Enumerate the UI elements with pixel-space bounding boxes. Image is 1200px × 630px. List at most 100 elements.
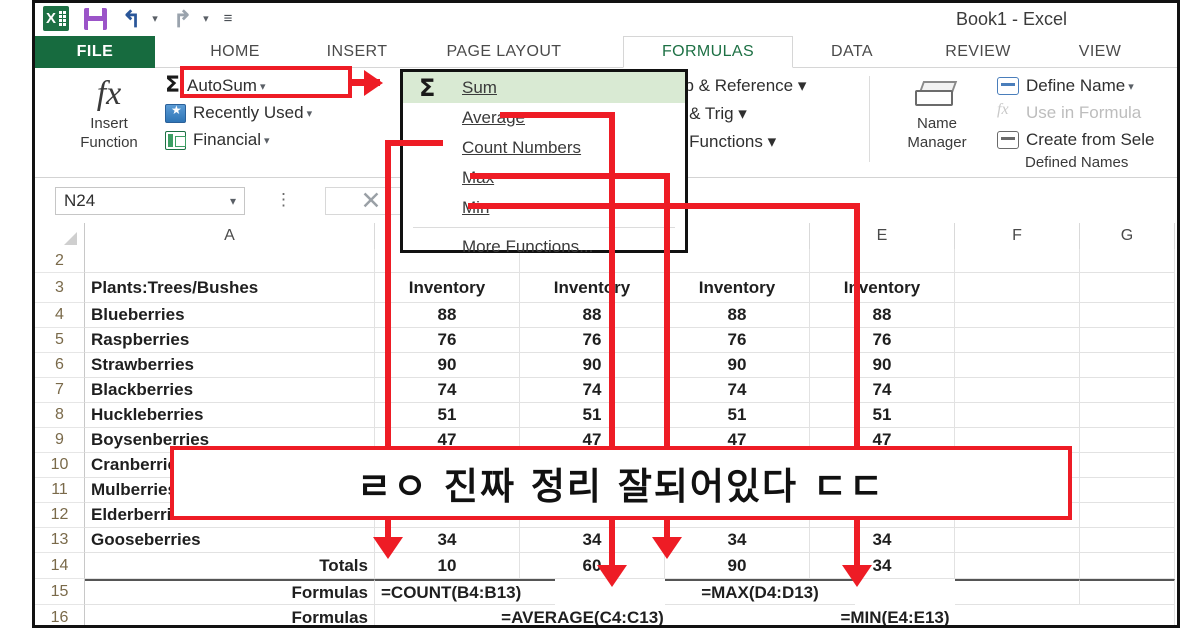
tab-data[interactable]: DATA [797,36,907,68]
cell-g7[interactable] [1080,378,1175,403]
cell-d3[interactable]: Inventory [665,273,810,303]
cell-g14[interactable] [1080,553,1175,579]
cell-a4[interactable]: Blueberries [85,303,375,328]
tab-review[interactable]: REVIEW [913,36,1043,68]
cell-d13[interactable]: 34 [665,528,810,553]
cell-e6[interactable]: 90 [810,353,955,378]
cell-f13[interactable] [955,528,1080,553]
cell-a16-formulas-label[interactable]: Formulas [85,605,375,625]
cell-d8[interactable]: 51 [665,403,810,428]
cell-d4[interactable]: 88 [665,303,810,328]
cell-f3[interactable] [955,273,1080,303]
cell-f14[interactable] [955,553,1080,579]
formula-bar-dots-icon[interactable]: ⋮ [275,191,293,209]
cell-e4[interactable]: 88 [810,303,955,328]
cell-d7[interactable]: 74 [665,378,810,403]
menu-item-count-numbers[interactable]: Count Numbers [403,133,685,163]
cell-g4[interactable] [1080,303,1175,328]
row-header-10[interactable]: 10 [35,453,85,478]
row-header-11[interactable]: 11 [35,478,85,503]
redo-icon[interactable]: ↱ [173,7,192,30]
cell-a7[interactable]: Blackberries [85,378,375,403]
cell-f15[interactable] [955,579,1080,605]
financial-button[interactable]: Financial ▾ [165,130,312,150]
cell-c16-average-formula[interactable]: =AVERAGE(C4:C13) [475,605,690,626]
tab-file[interactable]: FILE [35,36,155,68]
cell-g2[interactable] [1080,249,1175,273]
undo-dropdown-caret-icon[interactable]: ▾ [152,12,158,25]
row-header-3[interactable]: 3 [35,273,85,303]
cell-f8[interactable] [955,403,1080,428]
row-header-5[interactable]: 5 [35,328,85,353]
cell-e2[interactable] [810,249,955,273]
create-from-selection-button[interactable]: Create from Sele [997,130,1155,150]
cell-d6[interactable]: 90 [665,353,810,378]
cell-a5[interactable]: Raspberries [85,328,375,353]
autosum-button[interactable]: Σ AutoSum ▾ [165,75,312,97]
cell-a2[interactable] [85,249,375,273]
recently-used-caret-icon[interactable]: ▾ [307,107,313,120]
cell-g16[interactable] [1080,605,1175,625]
lookup-reference-button[interactable]: up & Reference ▾ [675,76,806,96]
cell-b7[interactable]: 74 [375,378,520,403]
column-header-f[interactable]: F [955,223,1080,249]
cell-g12[interactable] [1080,503,1175,528]
name-box-caret-icon[interactable]: ▾ [230,194,236,208]
cell-b13[interactable]: 34 [375,528,520,553]
row-header-14[interactable]: 14 [35,553,85,579]
menu-item-average[interactable]: Average [403,103,685,133]
cell-f4[interactable] [955,303,1080,328]
cell-d14[interactable]: 90 [665,553,810,579]
cell-g8[interactable] [1080,403,1175,428]
redo-dropdown-caret-icon[interactable]: ▾ [203,12,209,25]
cell-e7[interactable]: 74 [810,378,955,403]
row-header-4[interactable]: 4 [35,303,85,328]
cell-c13[interactable]: 34 [520,528,665,553]
cell-g9[interactable] [1080,428,1175,453]
cell-b4[interactable]: 88 [375,303,520,328]
cell-c7[interactable]: 74 [520,378,665,403]
cell-c8[interactable]: 51 [520,403,665,428]
cell-c14[interactable]: 60 [520,553,665,579]
row-header-7[interactable]: 7 [35,378,85,403]
cell-e3[interactable]: Inventory [810,273,955,303]
cell-f5[interactable] [955,328,1080,353]
tab-home[interactable]: HOME [175,36,295,68]
row-header-9[interactable]: 9 [35,428,85,453]
cell-a3[interactable]: Plants:Trees/Bushes [85,273,375,303]
cell-g11[interactable] [1080,478,1175,503]
cell-e13[interactable]: 34 [810,528,955,553]
cell-a15-formulas-label[interactable]: Formulas [85,579,375,605]
row-header-6[interactable]: 6 [35,353,85,378]
cell-f2[interactable] [955,249,1080,273]
cell-d15-max-formula[interactable]: =MAX(D4:D13) [665,579,855,605]
name-box[interactable]: N24 ▾ [55,187,245,215]
cell-e16-min-formula[interactable]: =MIN(E4:E13) [795,605,995,626]
more-functions-button[interactable]: e Functions ▾ [675,132,806,152]
name-manager-button[interactable]: Name Manager [887,78,987,152]
recently-used-button[interactable]: Recently Used ▾ [165,103,312,123]
autosum-caret-icon[interactable]: ▾ [260,80,266,93]
cell-e5[interactable]: 76 [810,328,955,353]
define-name-caret-icon[interactable]: ▾ [1128,80,1134,93]
row-header-12[interactable]: 12 [35,503,85,528]
tab-insert[interactable]: INSERT [297,36,417,68]
math-trig-button[interactable]: h & Trig ▾ [675,104,806,124]
insert-function-button[interactable]: fx Insert Function [63,74,155,152]
cell-a14-totals-label[interactable]: Totals [85,553,375,579]
column-header-g[interactable]: G [1080,223,1175,249]
cell-b3[interactable]: Inventory [375,273,520,303]
customize-qat-icon[interactable]: ≡ [224,10,233,27]
tab-view[interactable]: VIEW [1045,36,1155,68]
spreadsheet-grid[interactable]: A E F G H 2 3 Plants:Trees/Bushes Invent… [35,223,1177,625]
define-name-button[interactable]: Define Name ▾ [997,76,1155,96]
cell-a13[interactable]: Gooseberries [85,528,375,553]
row-header-15[interactable]: 15 [35,579,85,605]
cell-b8[interactable]: 51 [375,403,520,428]
cell-g13[interactable] [1080,528,1175,553]
cell-a8[interactable]: Huckleberries [85,403,375,428]
cell-c6[interactable]: 90 [520,353,665,378]
cell-e8[interactable]: 51 [810,403,955,428]
cell-a6[interactable]: Strawberries [85,353,375,378]
menu-item-sum[interactable]: Σ Sum [403,72,685,103]
